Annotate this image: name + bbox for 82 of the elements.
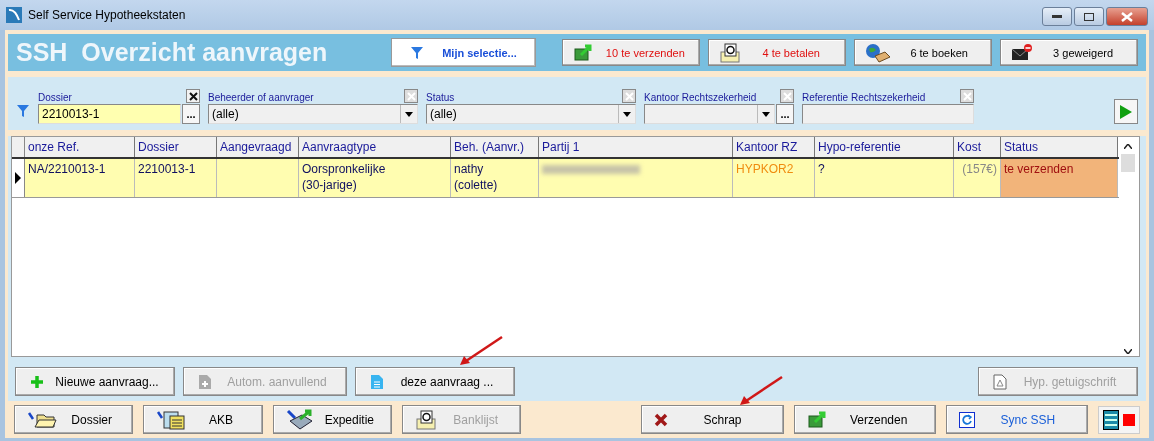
table-cell: HYPKOR2 [733, 159, 815, 197]
filter-dropdown[interactable]: (alle) [208, 104, 418, 124]
column-header[interactable]: Partij 1 [539, 137, 733, 157]
status-square-icon [1123, 413, 1135, 426]
filter-input[interactable] [802, 104, 974, 124]
column-header[interactable]: Beh. (Aanvr.) [451, 137, 539, 157]
apply-filter-button[interactable] [1114, 99, 1138, 124]
globe-hand-icon [865, 42, 892, 63]
lookup-button[interactable]: ... [182, 104, 200, 124]
caret-icon [623, 111, 631, 117]
cross-icon [654, 412, 669, 427]
table-cell: (157€) [954, 159, 1001, 197]
filter-label: Dossier [38, 92, 72, 103]
counter-button[interactable]: 6 te boeken [854, 39, 993, 66]
page-title: SSH Overzicht aanvragen [16, 38, 329, 67]
scrollbar-thumb[interactable] [1121, 154, 1135, 172]
toolbar-button[interactable]: Sync SSH [945, 405, 1088, 434]
table-cell: Oorspronkelijke (30-jarige) [299, 159, 451, 197]
list-icon [1103, 409, 1119, 430]
envelope-blocked-icon [1011, 42, 1034, 63]
scroll-down-icon [1124, 349, 1132, 354]
column-header[interactable]: Status [1001, 137, 1118, 157]
filter-dropdown[interactable]: (alle) [426, 104, 636, 124]
my-selection-button[interactable]: Mijn selectie... [390, 38, 537, 67]
column-header[interactable]: Dossier [135, 137, 217, 157]
document-icon [370, 373, 384, 390]
scroll-up-icon [1124, 144, 1132, 149]
column-header[interactable]: Kost [954, 137, 1001, 157]
filter-label: Beheerder of aanvrager [208, 92, 314, 103]
close-button[interactable] [1106, 7, 1148, 26]
table-cell: nathy (colette) [451, 159, 539, 197]
filter-dropdown[interactable] [644, 104, 775, 124]
table-cell: NA/2210013-1 [25, 159, 135, 197]
filter-label: Kantoor Rechtszekerheid [644, 92, 757, 103]
minimize-button[interactable] [1042, 7, 1072, 26]
annotation-arrow [738, 375, 784, 407]
filter-icon [410, 45, 425, 60]
window-title: Self Service Hypotheekstaten [28, 8, 186, 22]
filter-label: Referentie Rechtszekerheid [802, 92, 926, 103]
annotation-arrow [458, 335, 504, 367]
box-arrow-icon [285, 408, 314, 431]
app-logo-icon [6, 7, 22, 23]
sync-icon [958, 411, 975, 428]
counter-button[interactable]: 4 te betalen [708, 39, 847, 66]
column-header[interactable]: Aangevraagd [217, 137, 299, 157]
counter-button[interactable]: 10 te verzenden [562, 39, 701, 66]
filter-icon [16, 104, 30, 118]
document-plus-icon [198, 373, 212, 390]
column-header[interactable]: Aanvraagtype [299, 137, 451, 157]
calculator-icon [156, 409, 187, 430]
close-icon [1121, 11, 1133, 22]
status-cell: te verzenden [1001, 159, 1118, 197]
table-cell: ? [815, 159, 954, 197]
maximize-icon [1084, 12, 1094, 21]
column-header[interactable]: Kantoor RZ [733, 137, 815, 157]
lookup-button[interactable]: ... [776, 104, 794, 124]
toolbar-button[interactable]: Dossier [14, 405, 134, 434]
table-cell: 2210013-1 [135, 159, 217, 197]
toolbar-button[interactable]: Schrap [641, 405, 784, 434]
coin-envelope-icon [415, 409, 438, 430]
filter-input[interactable]: 2210013-1 [38, 104, 181, 124]
export-arrow-icon [806, 409, 829, 430]
caret-icon [405, 111, 413, 117]
column-header[interactable]: onze Ref. [25, 137, 135, 157]
column-header[interactable]: Hypo-referentie [815, 137, 954, 157]
toolbar-button[interactable]: Verzenden [793, 405, 936, 434]
pdf-document-icon [993, 373, 1007, 390]
play-icon [1119, 103, 1133, 120]
action-button[interactable]: deze aanvraag ... [355, 367, 515, 396]
filter-label: Status [426, 92, 455, 103]
caret-icon [762, 111, 770, 117]
plus-icon [30, 374, 44, 389]
clear-button[interactable] [186, 89, 200, 103]
coin-envelope-icon [719, 42, 742, 63]
maximize-button[interactable] [1074, 7, 1104, 26]
folder-icon [27, 410, 57, 429]
header-corner [12, 137, 25, 157]
minimize-icon [1052, 14, 1062, 19]
counter-button[interactable]: 3 geweigerd [1000, 39, 1139, 66]
toolbar-button[interactable]: AKB [143, 405, 263, 434]
action-button[interactable]: Nieuwe aanvraag... [15, 367, 175, 396]
toolbar-button[interactable]: Expeditie [272, 405, 393, 434]
